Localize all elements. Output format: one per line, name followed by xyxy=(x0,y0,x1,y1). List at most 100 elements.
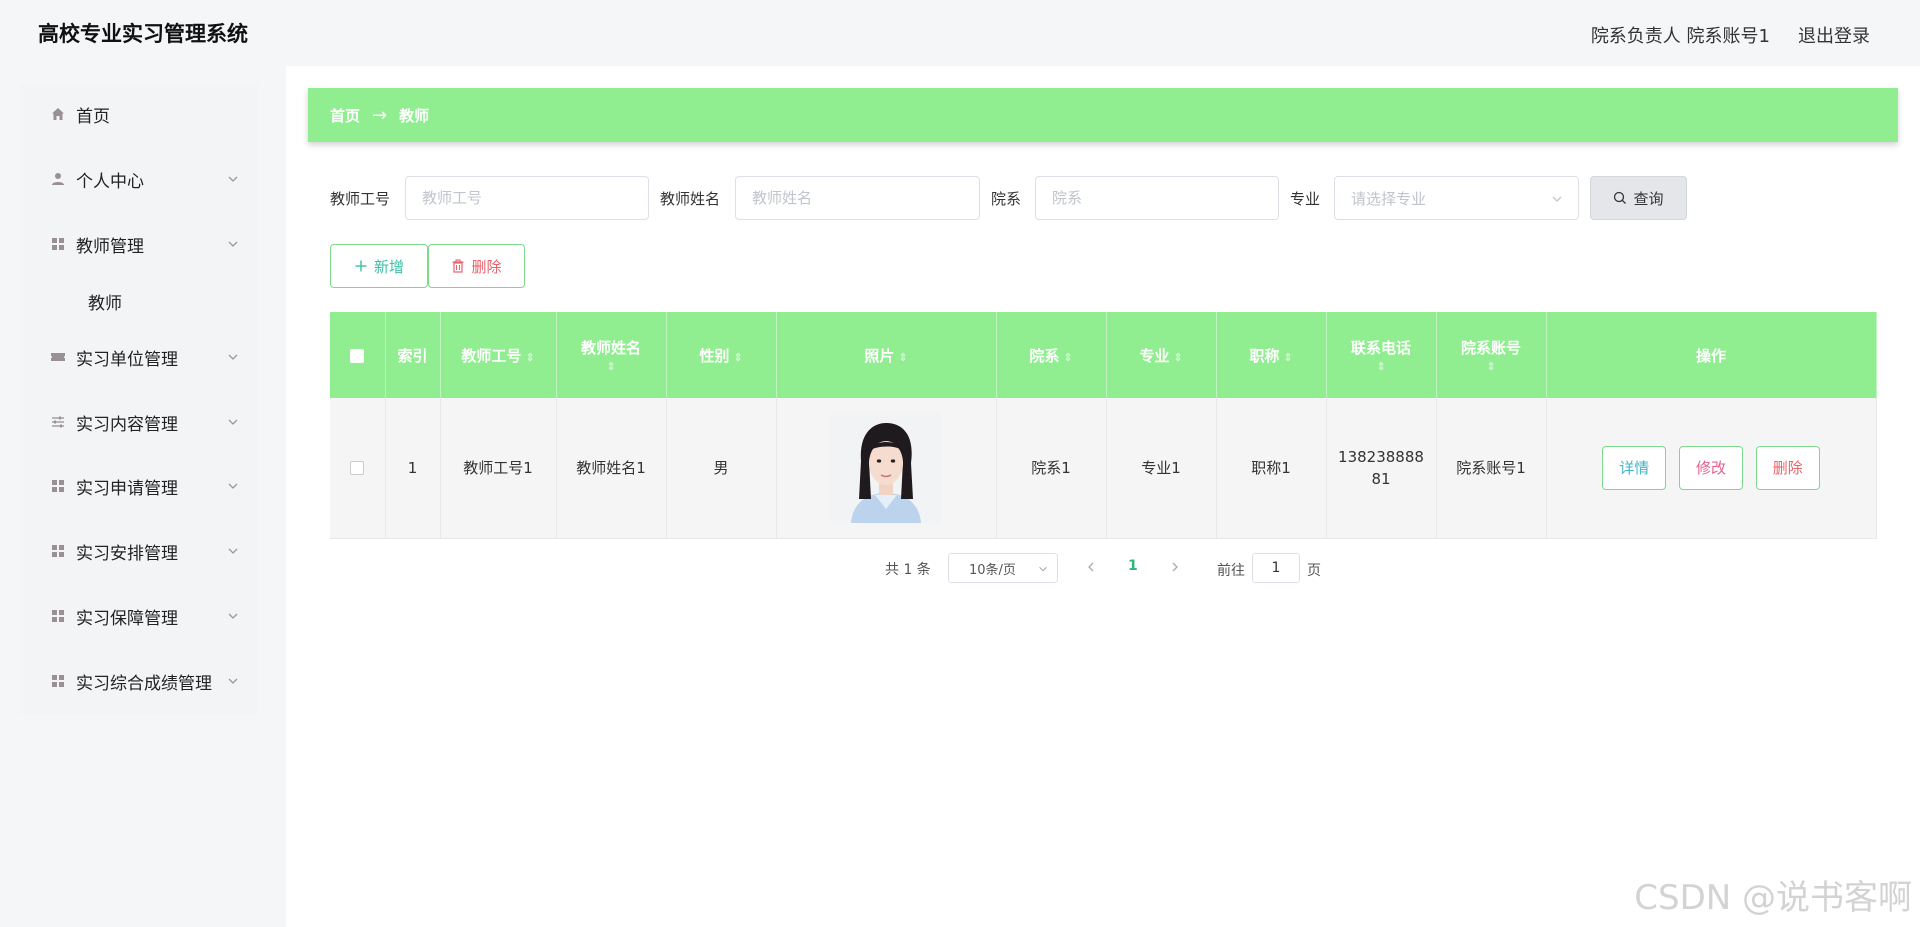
sidebar-item-internship-application[interactable]: 实习申请管理 xyxy=(20,466,258,506)
header-title[interactable]: 职称 ⇕ xyxy=(1216,312,1327,398)
teacher-id-input[interactable] xyxy=(405,176,649,220)
detail-button[interactable]: 详情 xyxy=(1602,445,1667,490)
header-gender-label: 性别 xyxy=(699,346,730,365)
sort-icon[interactable]: ⇕ xyxy=(1327,360,1436,373)
goto-page-input[interactable] xyxy=(1252,553,1300,583)
edit-button[interactable]: 修改 xyxy=(1679,445,1743,490)
sidebar-item-internship-score[interactable]: 实习综合成绩管理 xyxy=(20,661,258,701)
chevron-down-icon xyxy=(228,241,238,247)
breadcrumb: 首页 → 教师 xyxy=(308,88,1898,142)
watermark: CSDN @说书客啊 xyxy=(1634,878,1912,918)
sidebar-item-personal-center[interactable]: 个人中心 xyxy=(20,159,258,199)
grid-icon xyxy=(50,608,66,624)
header-user-area: 院系负责人 院系账号1 退出登录 xyxy=(1591,22,1870,48)
logout-link[interactable]: 退出登录 xyxy=(1798,22,1870,48)
header-title-label: 职称 xyxy=(1249,346,1280,365)
teacher-name-label: 教师姓名 xyxy=(660,190,721,208)
phone-line-2: 81 xyxy=(1371,469,1391,488)
breadcrumb-home[interactable]: 首页 xyxy=(330,105,360,126)
sidebar: 首页 个人中心 教师管理 教师 实习单位管理 实习内容管理 实习申请管理 实习安… xyxy=(20,84,258,714)
sidebar-item-label: 实习综合成绩管理 xyxy=(76,673,212,694)
breadcrumb-arrow-icon: → xyxy=(372,104,388,126)
header-teacher-name-label: 教师姓名 xyxy=(580,339,641,357)
app-title: 高校专业实习管理系统 xyxy=(38,22,248,46)
header-dept-account-label: 院系账号 xyxy=(1460,339,1521,357)
prev-page-icon[interactable] xyxy=(1084,560,1098,574)
header-phone[interactable]: 联系电话 ⇕ xyxy=(1326,312,1437,398)
portrait-image xyxy=(831,412,941,523)
current-page-number[interactable]: 1 xyxy=(1128,558,1138,574)
sort-icon[interactable]: ⇕ xyxy=(1063,351,1072,364)
cell-major: 专业1 xyxy=(1106,398,1217,539)
header-major[interactable]: 专业 ⇕ xyxy=(1106,312,1217,398)
batch-delete-button-label: 删除 xyxy=(471,257,502,276)
sidebar-item-home[interactable]: 首页 xyxy=(20,94,258,134)
sidebar-item-internship-arrangement[interactable]: 实习安排管理 xyxy=(20,531,258,571)
batch-delete-button[interactable]: 删除 xyxy=(428,244,525,288)
sidebar-item-internship-guarantee[interactable]: 实习保障管理 xyxy=(20,596,258,636)
phone-line-1: 138238888 xyxy=(1338,447,1424,466)
header-teacher-name[interactable]: 教师姓名 ⇕ xyxy=(556,312,667,398)
teacher-name-input[interactable] xyxy=(735,176,980,220)
sidebar-item-label: 首页 xyxy=(76,106,110,127)
sort-icon[interactable]: ⇕ xyxy=(733,351,742,364)
sidebar-item-internship-unit[interactable]: 实习单位管理 xyxy=(20,337,258,377)
sidebar-item-internship-content[interactable]: 实习内容管理 xyxy=(20,402,258,442)
teacher-photo[interactable] xyxy=(831,412,941,523)
chevron-down-icon xyxy=(228,176,238,182)
add-button-label: 新增 xyxy=(373,257,404,276)
header-dept-account[interactable]: 院系账号 ⇕ xyxy=(1436,312,1547,398)
header-phone-label: 联系电话 xyxy=(1350,339,1411,357)
chevron-down-icon xyxy=(228,419,238,425)
header-gender[interactable]: 性别 ⇕ xyxy=(666,312,777,398)
next-page-icon[interactable] xyxy=(1168,560,1182,574)
teacher-id-label: 教师工号 xyxy=(330,190,391,208)
major-select[interactable]: 请选择专业 xyxy=(1334,176,1579,220)
sidebar-item-label: 教师管理 xyxy=(76,236,144,257)
page-size-value: 10条/页 xyxy=(969,562,1016,578)
sidebar-item-label: 实习申请管理 xyxy=(76,478,178,499)
user-info[interactable]: 院系负责人 院系账号1 xyxy=(1591,22,1770,48)
grid-icon xyxy=(50,673,66,689)
header-teacher-id[interactable]: 教师工号 ⇕ xyxy=(440,312,557,398)
grid-icon xyxy=(50,478,66,494)
home-icon xyxy=(50,106,66,122)
cell-operation: 详情 修改 删除 xyxy=(1546,398,1877,539)
grid-icon xyxy=(50,543,66,559)
department-input[interactable] xyxy=(1035,176,1279,220)
row-delete-button[interactable]: 删除 xyxy=(1755,445,1820,490)
cell-phone: 138238888 81 xyxy=(1326,398,1437,539)
row-checkbox[interactable] xyxy=(350,461,365,476)
goto-suffix: 页 xyxy=(1307,563,1321,579)
table-row: 1 教师工号1 教师姓名1 男 院系1 专业1 职称1 138238888 81… xyxy=(330,398,1877,539)
sort-icon[interactable]: ⇕ xyxy=(557,360,666,373)
add-button[interactable]: 新增 xyxy=(330,244,428,288)
chevron-down-icon xyxy=(228,483,238,489)
sidebar-subitem-teacher[interactable]: 教师 xyxy=(20,281,258,321)
cell-department: 院系1 xyxy=(996,398,1107,539)
select-all-checkbox[interactable] xyxy=(350,348,365,363)
header-photo[interactable]: 照片 ⇕ xyxy=(776,312,997,398)
table-header-row: 索引 教师工号 ⇕ 教师姓名 ⇕ 性别 ⇕ 照片 ⇕ 院系 ⇕ 专业 ⇕ 职称 ⇕ 联系电话 ⇕… xyxy=(330,312,1877,398)
search-icon xyxy=(1614,191,1627,204)
sidebar-item-teacher-management[interactable]: 教师管理 xyxy=(20,224,258,264)
grid-icon xyxy=(50,236,66,252)
sort-icon[interactable]: ⇕ xyxy=(1173,351,1182,364)
sort-icon[interactable]: ⇕ xyxy=(525,351,534,364)
sort-icon[interactable]: ⇕ xyxy=(1437,360,1546,373)
query-button[interactable]: 查询 xyxy=(1590,176,1687,220)
sort-icon[interactable]: ⇕ xyxy=(898,351,907,364)
page-size-select[interactable]: 10条/页 xyxy=(948,553,1058,583)
cell-gender: 男 xyxy=(666,398,777,539)
chevron-down-icon xyxy=(228,613,238,619)
major-select-placeholder: 请选择专业 xyxy=(1351,189,1427,208)
chevron-down-icon xyxy=(1039,566,1047,572)
header-select-all[interactable] xyxy=(330,312,386,398)
sidebar-item-label: 个人中心 xyxy=(76,171,144,192)
pagination-total: 共 1 条 xyxy=(885,562,931,578)
sort-icon[interactable]: ⇕ xyxy=(1283,351,1292,364)
header-department[interactable]: 院系 ⇕ xyxy=(996,312,1107,398)
chevron-down-icon xyxy=(228,678,238,684)
chevron-down-icon xyxy=(1552,196,1562,202)
header-operation: 操作 xyxy=(1546,312,1877,398)
